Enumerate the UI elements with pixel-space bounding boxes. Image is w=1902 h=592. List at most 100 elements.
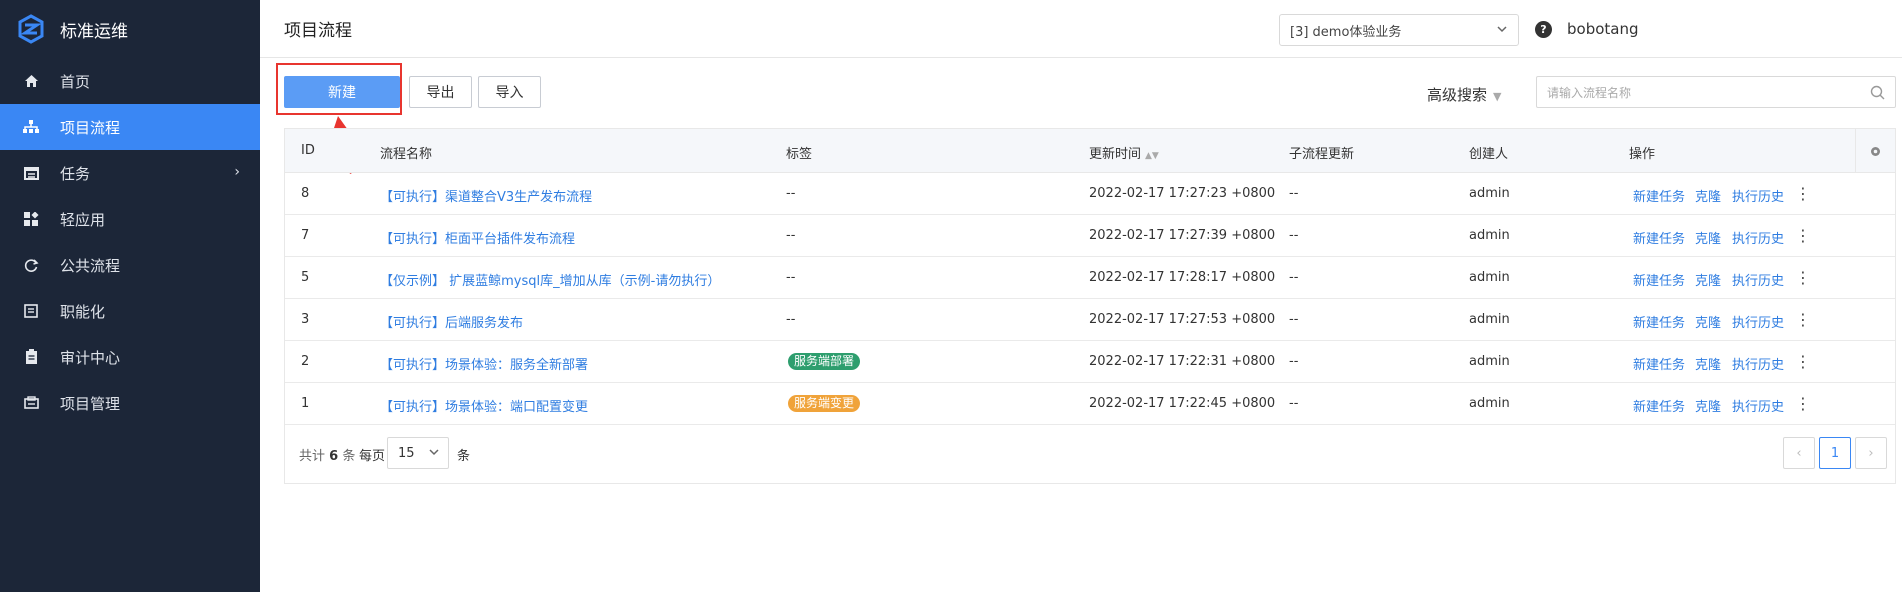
gear-icon xyxy=(1871,146,1880,156)
cell-id: 3 xyxy=(301,312,310,327)
history-link[interactable]: 执行历史 xyxy=(1732,186,1784,205)
new-task-link[interactable]: 新建任务 xyxy=(1633,186,1685,205)
clone-link[interactable]: 克隆 xyxy=(1695,228,1721,247)
table-row: 3 【可执行】后端服务发布 -- 2022-02-17 17:27:53 +08… xyxy=(285,299,1895,341)
history-link[interactable]: 执行历史 xyxy=(1732,228,1784,247)
sort-icon[interactable]: ▲▼ xyxy=(1145,151,1159,161)
new-task-link[interactable]: 新建任务 xyxy=(1633,228,1685,247)
sidebar-item-label: 项目流程 xyxy=(60,118,121,137)
new-task-link[interactable]: 新建任务 xyxy=(1633,312,1685,331)
cell-id: 7 xyxy=(301,228,310,243)
prev-page-button[interactable]: ‹ xyxy=(1783,437,1815,469)
cell-creator: admin xyxy=(1469,228,1510,243)
clipboard-icon xyxy=(22,348,40,366)
cell-creator: admin xyxy=(1469,354,1510,369)
page-number-button[interactable]: 1 xyxy=(1819,437,1851,469)
cell-tag: -- xyxy=(786,228,796,243)
cell-id: 2 xyxy=(301,354,310,369)
col-actions: 操作 xyxy=(1629,147,1656,162)
function-icon xyxy=(22,302,40,320)
total-count: 共计 6 条 xyxy=(299,445,355,464)
col-creator: 创建人 xyxy=(1469,147,1509,162)
col-updated[interactable]: 更新时间 ▲▼ xyxy=(1089,143,1159,162)
new-task-link[interactable]: 新建任务 xyxy=(1633,270,1685,289)
cell-name-link[interactable]: 【可执行】场景体验：端口配置变更 xyxy=(380,396,588,415)
cell-creator: admin xyxy=(1469,396,1510,411)
cell-name-link[interactable]: 【可执行】后端服务发布 xyxy=(380,312,523,331)
clone-link[interactable]: 克隆 xyxy=(1695,270,1721,289)
username[interactable]: bobotang xyxy=(1567,20,1639,38)
sidebar-item-common-flow[interactable]: 公共流程 xyxy=(0,242,260,288)
new-task-link[interactable]: 新建任务 xyxy=(1633,396,1685,415)
sidebar: 标准运维 首页 项目流程 任务 › 轻应用 公共流程 职能化 审计中心 项目管理 xyxy=(0,0,260,592)
history-link[interactable]: 执行历史 xyxy=(1732,396,1784,415)
cell-id: 8 xyxy=(301,186,310,201)
cell-subflow: -- xyxy=(1289,396,1299,411)
business-select[interactable]: [3] demo体验业务 xyxy=(1279,14,1519,46)
total-prefix: 共计 xyxy=(299,449,326,464)
cell-creator: admin xyxy=(1469,312,1510,327)
cell-name-link[interactable]: 【可执行】场景体验：服务全新部署 xyxy=(380,354,588,373)
cell-updated: 2022-02-17 17:28:17 +0800 xyxy=(1089,270,1276,285)
project-icon xyxy=(22,394,40,412)
new-task-link[interactable]: 新建任务 xyxy=(1633,354,1685,373)
cell-subflow: -- xyxy=(1289,228,1299,243)
clone-link[interactable]: 克隆 xyxy=(1695,312,1721,331)
more-icon[interactable]: ⋮ xyxy=(1795,310,1811,329)
help-icon[interactable]: ? xyxy=(1535,21,1552,38)
more-icon[interactable]: ⋮ xyxy=(1795,226,1811,245)
page-title: 项目流程 xyxy=(284,21,352,41)
table-row: 7 【可执行】柜面平台插件发布流程 -- 2022-02-17 17:27:39… xyxy=(285,215,1895,257)
page-size-unit: 条 xyxy=(457,449,471,464)
import-button[interactable]: 导入 xyxy=(478,76,541,108)
advanced-search-toggle[interactable]: 高级搜索 ▼ xyxy=(1427,84,1501,105)
more-icon[interactable]: ⋮ xyxy=(1795,394,1811,413)
cell-tag: -- xyxy=(786,186,796,201)
sidebar-item-project-flow[interactable]: 项目流程 xyxy=(0,104,260,150)
caret-down-icon: ▼ xyxy=(1493,90,1502,103)
cell-creator: admin xyxy=(1469,270,1510,285)
clone-link[interactable]: 克隆 xyxy=(1695,354,1721,373)
chevron-right-icon: › xyxy=(234,164,240,180)
page-size-select[interactable]: 15 xyxy=(387,437,449,469)
cell-updated: 2022-02-17 17:22:31 +0800 xyxy=(1089,354,1276,369)
sidebar-item-project-manage[interactable]: 项目管理 xyxy=(0,380,260,426)
table-row: 1 【可执行】场景体验：端口配置变更 服务端变更 2022-02-17 17:2… xyxy=(285,383,1895,425)
sidebar-item-tasks[interactable]: 任务 › xyxy=(0,150,260,196)
next-page-button[interactable]: › xyxy=(1855,437,1887,469)
table-settings[interactable] xyxy=(1855,129,1895,173)
search-input[interactable]: 请输入流程名称 xyxy=(1536,76,1896,108)
clone-link[interactable]: 克隆 xyxy=(1695,186,1721,205)
cell-name-link[interactable]: 【仅示例】 扩展蓝鲸mysql库_增加从库（示例-请勿执行） xyxy=(380,270,720,289)
more-icon[interactable]: ⋮ xyxy=(1795,352,1811,371)
cell-name-link[interactable]: 【可执行】渠道整合V3生产发布流程 xyxy=(380,186,592,205)
clone-link[interactable]: 克隆 xyxy=(1695,396,1721,415)
more-icon[interactable]: ⋮ xyxy=(1795,184,1811,203)
col-tag: 标签 xyxy=(786,147,813,162)
home-icon xyxy=(22,72,40,90)
history-link[interactable]: 执行历史 xyxy=(1732,270,1784,289)
sidebar-item-light-app[interactable]: 轻应用 xyxy=(0,196,260,242)
export-button[interactable]: 导出 xyxy=(409,76,472,108)
search-icon[interactable] xyxy=(1870,85,1885,100)
sidebar-item-home[interactable]: 首页 xyxy=(0,58,260,104)
history-link[interactable]: 执行历史 xyxy=(1732,312,1784,331)
sidebar-item-label: 项目管理 xyxy=(60,394,121,413)
cell-name-link[interactable]: 【可执行】柜面平台插件发布流程 xyxy=(380,228,575,247)
table-row: 2 【可执行】场景体验：服务全新部署 服务端部署 2022-02-17 17:2… xyxy=(285,341,1895,383)
cell-updated: 2022-02-17 17:27:53 +0800 xyxy=(1089,312,1276,327)
cell-updated: 2022-02-17 17:22:45 +0800 xyxy=(1089,396,1276,411)
sidebar-item-functionalization[interactable]: 职能化 xyxy=(0,288,260,334)
history-link[interactable]: 执行历史 xyxy=(1732,354,1784,373)
logo-icon xyxy=(18,14,44,44)
brand[interactable]: 标准运维 xyxy=(0,0,260,58)
sidebar-item-label: 公共流程 xyxy=(60,256,121,275)
table-header: ID 流程名称 标签 更新时间 ▲▼ 子流程更新 创建人 操作 xyxy=(285,129,1895,173)
more-icon[interactable]: ⋮ xyxy=(1795,268,1811,287)
sidebar-item-audit[interactable]: 审计中心 xyxy=(0,334,260,380)
sidebar-item-label: 任务 xyxy=(60,164,91,183)
cell-id: 1 xyxy=(301,396,310,411)
col-updated-label: 更新时间 xyxy=(1089,147,1142,162)
flow-table: ID 流程名称 标签 更新时间 ▲▼ 子流程更新 创建人 操作 8 【可执行】渠道… xyxy=(284,128,1896,484)
cell-subflow: -- xyxy=(1289,186,1299,201)
